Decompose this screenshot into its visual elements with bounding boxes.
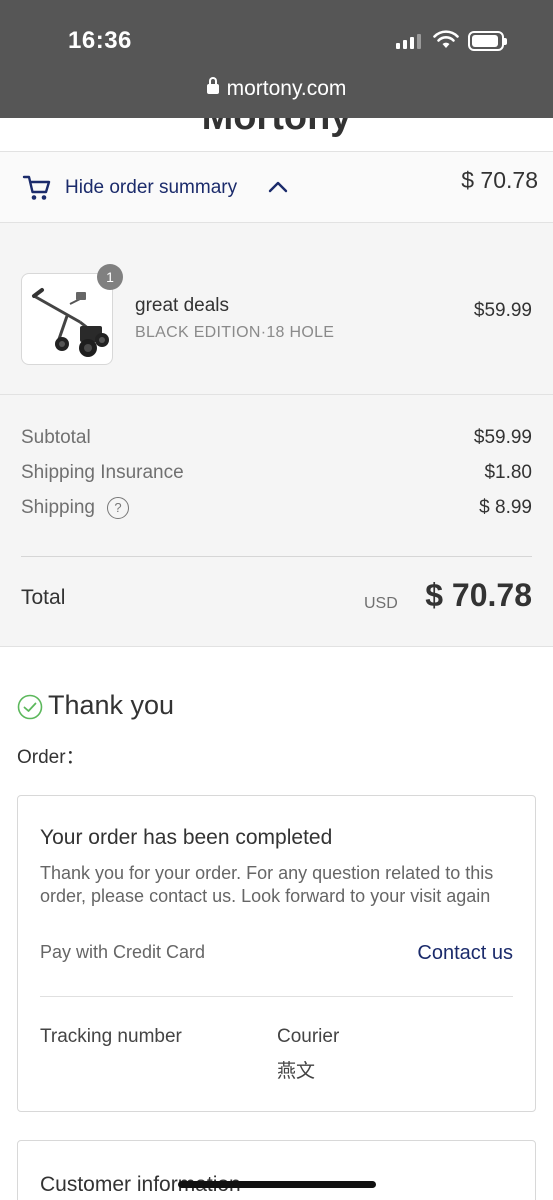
- help-icon[interactable]: ?: [106, 497, 129, 519]
- product-name: great deals: [135, 295, 230, 316]
- shipping-label: Shipping: [21, 497, 95, 518]
- order-number-label: Order：: [17, 747, 85, 768]
- card-divider: [40, 996, 513, 997]
- address-bar[interactable]: mortony.com: [0, 77, 553, 101]
- tracking-number-label: Tracking number: [40, 1026, 182, 1047]
- insurance-value: $1.80: [484, 462, 532, 483]
- cart-icon: [22, 175, 51, 200]
- lock-icon: [206, 77, 219, 94]
- product-variant: BLACK EDITION·18 HOLE: [135, 324, 335, 341]
- courier-value: 燕文: [277, 1061, 316, 1082]
- thank-you-heading: Thank you: [48, 690, 175, 720]
- subtotal-label: Subtotal: [21, 427, 91, 448]
- order-line-items: 1 great deals BLACK EDITION·18 HOLE $59.…: [0, 223, 553, 395]
- cost-breakdown: Subtotal $59.99 Shipping Insurance $1.80…: [0, 395, 553, 647]
- order-status-message: Thank you for your order. For any questi…: [40, 863, 494, 906]
- check-circle-icon: [17, 694, 43, 720]
- order-summary-toggle-label: Hide order summary: [65, 177, 238, 198]
- contact-us-link[interactable]: Contact us: [417, 942, 513, 965]
- insurance-row: Shipping Insurance $1.80: [21, 462, 532, 484]
- total-value: $ 70.78: [425, 577, 532, 613]
- quantity-badge: 1: [97, 264, 123, 290]
- shipping-value: $ 8.99: [479, 497, 532, 518]
- home-indicator[interactable]: [178, 1181, 376, 1188]
- store-logo[interactable]: Mortony: [0, 118, 553, 152]
- shipping-row: Shipping? $ 8.99: [21, 497, 532, 519]
- status-time: 16:36: [68, 27, 132, 54]
- battery-icon: [468, 31, 507, 51]
- subtotal-row: Subtotal $59.99: [21, 427, 532, 449]
- product-thumbnail: [21, 273, 113, 365]
- url-text: mortony.com: [226, 77, 347, 100]
- order-summary-total: $ 70.78: [461, 167, 538, 193]
- store-logo-text: Mortony: [0, 118, 553, 139]
- cost-divider: [21, 556, 532, 557]
- order-status-heading: Your order has been completed: [40, 826, 333, 849]
- subtotal-value: $59.99: [473, 427, 532, 448]
- wifi-icon: [433, 30, 459, 48]
- courier-label: Courier: [277, 1026, 340, 1047]
- browser-status-bar: 16:36 mortony.com: [0, 0, 553, 118]
- total-label: Total: [21, 586, 66, 609]
- order-summary-toggle[interactable]: Hide order summary $ 70.78: [0, 151, 553, 223]
- order-status-card: Your order has been completed Thank you …: [17, 795, 536, 1112]
- product-price: $59.99: [473, 300, 532, 321]
- customer-information-card: Customer information: [17, 1140, 536, 1200]
- cellular-signal-icon: [396, 33, 421, 49]
- chevron-up-icon: [268, 181, 288, 193]
- insurance-label: Shipping Insurance: [21, 462, 184, 483]
- total-currency: USD: [364, 595, 398, 612]
- golf-trolley-image: [32, 288, 109, 357]
- payment-method: Pay with Credit Card: [40, 942, 206, 962]
